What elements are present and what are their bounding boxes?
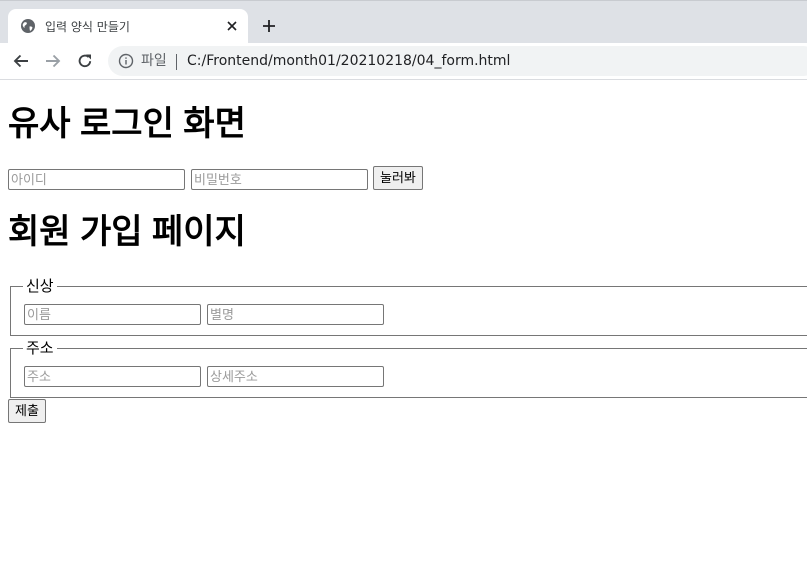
address-detail-input[interactable] <box>207 366 384 387</box>
login-heading: 유사 로그인 화면 <box>8 105 246 143</box>
nickname-input[interactable] <box>207 304 384 325</box>
reload-icon[interactable] <box>75 51 95 71</box>
file-scheme-chip: 파일 <box>141 53 167 69</box>
info-icon[interactable] <box>118 53 134 69</box>
url-text[interactable]: C:/Frontend/month01/20210218/04_form.htm… <box>187 53 510 69</box>
tab-title: 입력 양식 만들기 <box>45 20 130 34</box>
close-icon[interactable] <box>224 18 240 34</box>
personal-info-fieldset: 신상 <box>10 277 807 336</box>
browser-tab[interactable]: 입력 양식 만들기 <box>8 9 248 44</box>
signup-heading: 회원 가입 페이지 <box>8 213 246 251</box>
submit-button[interactable]: 제출 <box>8 399 46 423</box>
login-button[interactable]: 눌러봐 <box>373 166 423 190</box>
back-arrow-icon[interactable] <box>11 51 31 71</box>
address-fieldset: 주소 <box>10 339 807 398</box>
address-input[interactable] <box>24 366 201 387</box>
browser-toolbar: 파일 C:/Frontend/month01/20210218/04_form.… <box>0 43 807 80</box>
omnibox-divider <box>176 54 177 70</box>
browser-tab-strip: 입력 양식 만들기 <box>0 0 807 44</box>
address-bar[interactable]: 파일 C:/Frontend/month01/20210218/04_form.… <box>108 46 807 76</box>
plus-icon[interactable] <box>260 17 278 35</box>
globe-icon <box>20 18 36 34</box>
name-input[interactable] <box>24 304 201 325</box>
personal-info-legend: 신상 <box>23 277 57 295</box>
forward-arrow-icon[interactable] <box>43 51 63 71</box>
password-input[interactable] <box>191 169 368 190</box>
address-legend: 주소 <box>23 339 57 357</box>
id-input[interactable] <box>8 169 185 190</box>
